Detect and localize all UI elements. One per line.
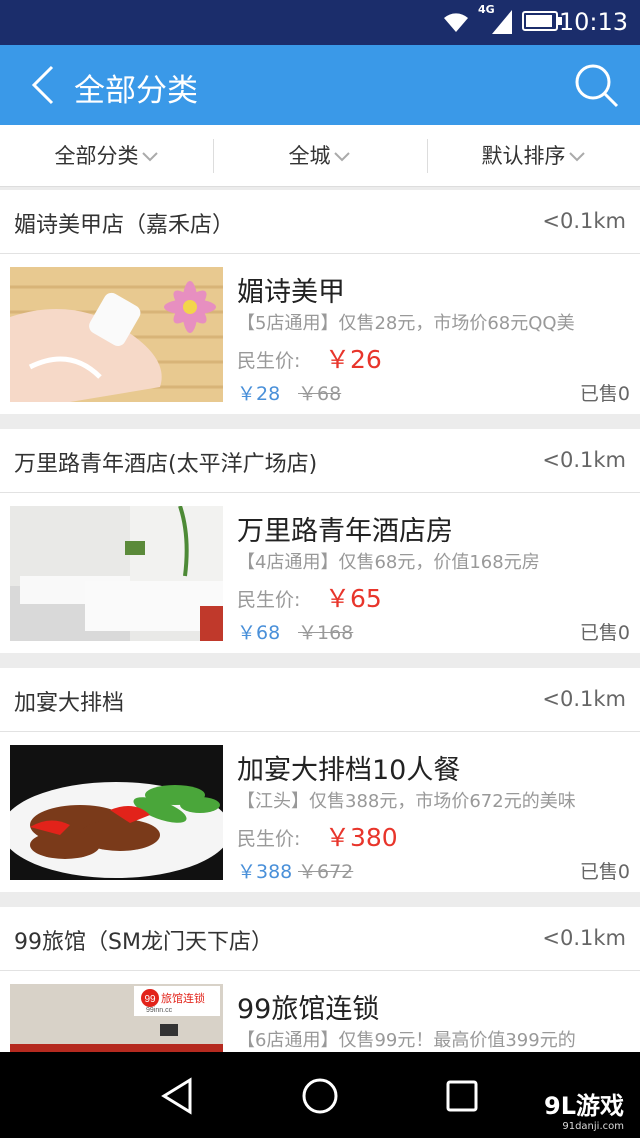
distance: <0.1km <box>542 687 626 711</box>
thumb-text: 旅馆连锁 <box>161 991 205 1005</box>
watermark: 9L游戏 91danji.com <box>544 1086 624 1132</box>
store-header[interactable]: 媚诗美甲店（嘉禾店） <0.1km <box>0 190 640 254</box>
deal-thumbnail <box>10 506 223 641</box>
store-header[interactable]: 万里路青年酒店(太平洋广场店) <0.1km <box>0 429 640 493</box>
deal-thumbnail: 99 旅馆连锁 99inn.cc <box>10 984 223 1052</box>
clock: 10:13 <box>558 8 628 36</box>
watermark-brand: 9L游戏 <box>544 1092 624 1120</box>
market-price: ￥672 <box>298 861 354 883</box>
search-icon[interactable] <box>572 61 620 109</box>
store-header[interactable]: 99旅馆（SM龙门天下店） <0.1km <box>0 907 640 971</box>
filter-category-label: 全部分类 <box>54 144 139 168</box>
page-title: 全部分类 <box>74 73 198 109</box>
nav-recent-icon[interactable] <box>440 1074 484 1118</box>
deal-description: 【6店通用】仅售99元！最高价值399元的 <box>237 1030 576 1051</box>
deal-body[interactable]: 万里路青年酒店房 【4店通用】仅售68元，价值168元房 民生价: ￥65 ￥6… <box>0 493 640 653</box>
app-header: 全部分类 <box>0 45 640 125</box>
filter-bar: 全部分类 全城 默认排序 <box>0 125 640 187</box>
filter-sort-label: 默认排序 <box>481 144 566 168</box>
wifi-icon <box>444 13 468 32</box>
store-name: 99旅馆（SM龙门天下店） <box>14 930 273 955</box>
back-arrow-icon[interactable] <box>26 63 66 107</box>
nav-home-icon[interactable] <box>298 1074 342 1118</box>
deal-title: 加宴大排档10人餐 <box>237 755 461 786</box>
nav-back-icon[interactable] <box>156 1074 200 1118</box>
chevron-down-icon <box>568 152 585 162</box>
deal-card[interactable]: 加宴大排档 <0.1km 加宴大排档10人餐 【江头】仅售388元，市场价672… <box>0 668 640 892</box>
store-name: 媚诗美甲店（嘉禾店） <box>14 213 235 238</box>
price-label: 民生价: <box>237 828 301 850</box>
thumb-url: 99inn.cc <box>146 1007 173 1014</box>
sold-count: 已售0 <box>579 383 630 405</box>
deal-card[interactable]: 99旅馆（SM龙门天下店） <0.1km 99 旅馆连锁 99inn.cc 99… <box>0 907 640 1052</box>
store-name: 加宴大排档 <box>14 691 125 716</box>
chevron-down-icon <box>333 152 350 162</box>
deal-price: ￥26 <box>325 345 382 374</box>
deal-title: 99旅馆连锁 <box>237 994 380 1025</box>
original-price: ￥68 <box>237 622 281 644</box>
distance: <0.1km <box>542 926 626 950</box>
original-price: ￥28 <box>237 383 281 405</box>
deal-body[interactable]: 99 旅馆连锁 99inn.cc 99旅馆连锁 【6店通用】仅售99元！最高价值… <box>0 971 640 1052</box>
thumb-logo: 99 <box>144 994 156 1005</box>
filter-area[interactable]: 全城 <box>213 125 426 187</box>
status-bar: 4G 10:13 <box>0 0 640 45</box>
chevron-down-icon <box>141 152 158 162</box>
filter-category[interactable]: 全部分类 <box>0 125 213 187</box>
deal-body[interactable]: 加宴大排档10人餐 【江头】仅售388元，市场价672元的美味 民生价: ￥38… <box>0 732 640 892</box>
distance: <0.1km <box>542 209 626 233</box>
price-label: 民生价: <box>237 350 301 372</box>
filter-area-label: 全城 <box>288 144 331 168</box>
deal-thumbnail <box>10 745 223 880</box>
sold-count: 已售0 <box>579 622 630 644</box>
deal-thumbnail <box>10 267 223 402</box>
deal-description: 【5店通用】仅售28元，市场价68元QQ美 <box>237 313 575 334</box>
sold-count: 已售0 <box>579 861 630 883</box>
filter-sort[interactable]: 默认排序 <box>427 125 640 187</box>
watermark-site: 91danji.com <box>562 1121 624 1132</box>
distance: <0.1km <box>542 448 626 472</box>
deal-title: 媚诗美甲 <box>237 277 345 308</box>
original-price: ￥388 <box>237 861 293 883</box>
deal-card[interactable]: 媚诗美甲店（嘉禾店） <0.1km 媚诗美甲 【5店通用】仅售28元，市场价68… <box>0 190 640 414</box>
battery-icon <box>522 11 562 31</box>
deal-price: ￥380 <box>325 823 398 852</box>
deal-title: 万里路青年酒店房 <box>237 516 453 547</box>
market-price: ￥68 <box>298 383 342 405</box>
store-name: 万里路青年酒店(太平洋广场店) <box>14 452 318 477</box>
deal-list[interactable]: 媚诗美甲店（嘉禾店） <0.1km 媚诗美甲 【5店通用】仅售28元，市场价68… <box>0 190 640 1052</box>
deal-body[interactable]: 媚诗美甲 【5店通用】仅售28元，市场价68元QQ美 民生价: ￥26 ￥28 … <box>0 254 640 414</box>
price-label: 民生价: <box>237 589 301 611</box>
market-price: ￥168 <box>298 622 354 644</box>
deal-card[interactable]: 万里路青年酒店(太平洋广场店) <0.1km 万里路青年酒店房 【4店通用】仅售… <box>0 429 640 653</box>
store-header[interactable]: 加宴大排档 <0.1km <box>0 668 640 732</box>
signal-icon <box>492 10 512 34</box>
deal-description: 【江头】仅售388元，市场价672元的美味 <box>237 791 576 812</box>
deal-description: 【4店通用】仅售68元，价值168元房 <box>237 552 540 573</box>
deal-price: ￥65 <box>325 584 382 613</box>
